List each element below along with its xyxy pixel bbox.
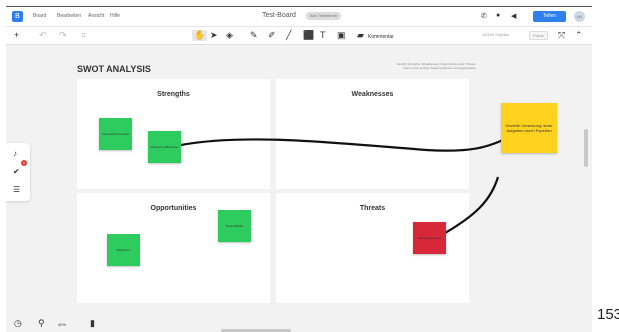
page-number: 153 xyxy=(597,306,619,323)
hand-icon[interactable]: ✋ xyxy=(192,30,208,41)
sticky-note-text: Innovative Prozesse xyxy=(101,132,129,136)
menu-bar: B Board Bearbeiten Ansicht Hilfe Test-Bo… xyxy=(6,7,592,27)
quadrant-title-threats: Threats xyxy=(359,205,386,212)
phone-icon[interactable]: ✆ xyxy=(481,12,487,20)
bottom-bar: ◷ ⚲ 40% ▮ xyxy=(6,315,106,332)
stamp-icon[interactable]: ⬛ xyxy=(303,30,314,41)
sticky-note-yellow[interactable]: Gezielte Umsetzung neuer Aufgaben durch … xyxy=(501,103,557,153)
menu-board[interactable]: Board xyxy=(33,13,46,19)
sticky-note-red[interactable]: Neue Konkurrenz xyxy=(413,222,446,254)
pointer-icon[interactable]: ➤ xyxy=(210,30,218,41)
record-icon[interactable]: ● xyxy=(496,12,500,19)
list-icon[interactable]: ☰ xyxy=(13,185,20,194)
avatar[interactable]: LK xyxy=(574,11,585,22)
comment-icon[interactable]: ▰ xyxy=(357,30,364,41)
share-button-label: Teilen xyxy=(542,13,557,19)
undo-icon[interactable]: ↶ xyxy=(39,30,47,41)
whiteboard-canvas[interactable]: SWOT ANALYSIS Identify Strengths, Weakne… xyxy=(6,45,592,332)
format-icon[interactable]: ⌗ xyxy=(81,30,86,41)
zoom-level[interactable]: 40% xyxy=(58,322,66,327)
app-window: B Board Bearbeiten Ansicht Hilfe Test-Bo… xyxy=(6,6,592,332)
focus-button[interactable]: Fokus xyxy=(529,31,548,40)
mouse-icon[interactable]: ▮ xyxy=(90,318,95,329)
participants-pill[interactable]: Alle Teilnehmer xyxy=(306,12,342,20)
share-button[interactable]: Teilen xyxy=(533,11,566,22)
zoom-icon[interactable]: ⚲ xyxy=(38,318,45,329)
board-title[interactable]: Test-Board xyxy=(262,12,296,19)
line-icon[interactable]: ╱ xyxy=(286,30,291,41)
app-logo-icon[interactable]: B xyxy=(12,11,23,22)
sticky-note-text: Wachstum xyxy=(116,248,131,252)
sticky-note-text: Motivierte Mitarbeiter xyxy=(150,145,179,149)
sticky-note-icon[interactable]: ▣ xyxy=(337,30,346,41)
vertical-scrollbar[interactable] xyxy=(584,129,588,167)
quadrant-weaknesses[interactable]: Weaknesses xyxy=(276,79,469,189)
sticky-note-green[interactable]: Neue Märkte xyxy=(218,210,251,242)
comment-tool-label[interactable]: Kommentar xyxy=(368,34,394,40)
menu-help[interactable]: Hilfe xyxy=(110,13,120,19)
marker-icon[interactable]: ✐ xyxy=(268,30,276,41)
swot-title[interactable]: SWOT ANALYSIS xyxy=(77,64,151,74)
left-sidebar: ♪ ✔ 1 ☰ xyxy=(6,143,30,201)
bell-icon[interactable]: ♪ xyxy=(13,149,17,158)
history-icon[interactable]: ◷ xyxy=(14,318,22,329)
fit-icon[interactable]: ⤧ xyxy=(558,30,565,41)
quadrant-title-strengths: Strengths xyxy=(157,91,190,98)
sticky-note-green[interactable]: Motivierte Mitarbeiter xyxy=(148,131,181,163)
collapse-icon[interactable]: ⌃ xyxy=(575,30,583,41)
sticky-note-text: Neue Konkurrenz xyxy=(417,236,442,240)
text-icon[interactable]: T xyxy=(320,30,326,41)
sticky-note-green[interactable]: Wachstum xyxy=(107,234,140,266)
toolbar: + ↶ ↷ ⌗ ✋ ➤ ◈ ✎ ✐ ╱ ⬛ T ▣ ▰ Kommentar 12… xyxy=(6,27,592,45)
megaphone-icon[interactable]: ◀ xyxy=(511,12,516,20)
board-description[interactable]: Identify Strengths, Weaknesses, Opportun… xyxy=(346,62,476,70)
description-line-2: Learn more at https://www.mindtools.com/… xyxy=(403,66,476,70)
pen-icon[interactable]: ✎ xyxy=(250,30,258,41)
sticky-note-green[interactable]: Innovative Prozesse xyxy=(99,118,132,150)
sticky-note-text: Neue Märkte xyxy=(225,224,244,228)
add-icon[interactable]: + xyxy=(14,30,19,41)
check-circle-icon[interactable]: ✔ xyxy=(13,167,20,176)
eraser-icon[interactable]: ◈ xyxy=(226,30,233,41)
menu-edit[interactable]: Bearbeiten xyxy=(57,13,81,19)
object-count: 12/100 Objekte xyxy=(482,32,510,37)
sticky-note-text: Gezielte Umsetzung neuer Aufgaben durch … xyxy=(505,123,553,133)
menu-view[interactable]: Ansicht xyxy=(88,13,104,19)
notification-badge: 1 xyxy=(21,160,27,166)
quadrant-title-weaknesses: Weaknesses xyxy=(351,91,394,98)
redo-icon[interactable]: ↷ xyxy=(59,30,67,41)
